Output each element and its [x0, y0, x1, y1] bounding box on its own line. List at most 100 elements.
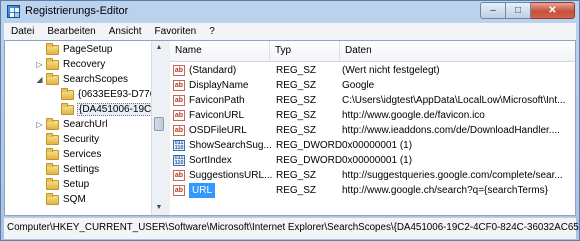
- value-data: (Wert nicht festgelegt): [342, 65, 440, 76]
- tree-item-settings[interactable]: Settings: [35, 162, 100, 177]
- close-button[interactable]: ✕: [531, 2, 575, 19]
- value-type: REG_DWORD: [276, 155, 343, 166]
- tree-item-security[interactable]: Security: [35, 132, 100, 147]
- value-name: ab SuggestionsURL...: [173, 168, 273, 183]
- client-area: PageSetup ▷ Recovery ◢ SearchScopes {063…: [4, 40, 576, 216]
- value-data: 0x00000001 (1): [342, 155, 413, 166]
- open-folder-icon: [61, 102, 74, 115]
- expand-arrow-icon[interactable]: ▷: [35, 60, 44, 69]
- tree-item-label: PageSetup: [63, 44, 113, 55]
- expand-arrow-icon[interactable]: ▷: [35, 120, 44, 129]
- value-name-label: SuggestionsURL...: [189, 170, 273, 181]
- tree-vertical-scrollbar[interactable]: ▲ ▼: [151, 41, 166, 215]
- title-bar[interactable]: Registrierungs-Editor – □ ✕: [1, 1, 579, 23]
- tree-item-pagesetup[interactable]: PageSetup: [35, 42, 114, 57]
- binary-value-icon: 011 110: [173, 155, 185, 166]
- string-value-icon: ab: [173, 65, 185, 76]
- folder-icon: [46, 132, 59, 145]
- value-name: ab FaviconPath: [173, 93, 273, 108]
- value-name-label: FaviconPath: [189, 95, 245, 106]
- minimize-button[interactable]: –: [480, 2, 506, 19]
- value-name: 011 110 SortIndex: [173, 153, 273, 168]
- tree-item-setup[interactable]: Setup: [35, 177, 90, 192]
- window-title: Registrierungs-Editor: [25, 5, 129, 17]
- value-type: REG_SZ: [276, 65, 317, 76]
- status-bar: Computer\HKEY_CURRENT_USER\Software\Micr…: [4, 217, 580, 239]
- tree-item-label: SQM: [63, 194, 86, 205]
- tree-item-label: SearchScopes: [63, 74, 129, 85]
- tree-item-label: Setup: [63, 179, 90, 190]
- list-header: Name Typ Daten: [170, 41, 575, 62]
- column-header-data[interactable]: Daten: [340, 41, 575, 61]
- folder-icon: [46, 117, 59, 130]
- tree-item-recovery[interactable]: ▷ Recovery: [35, 57, 106, 72]
- tree-item-label: SearchUrl: [63, 119, 108, 130]
- menu-help[interactable]: ?: [202, 26, 221, 37]
- tree-item-label: Settings: [63, 164, 100, 175]
- value-name-label: (Standard): [189, 65, 237, 76]
- folder-icon: [46, 162, 59, 175]
- value-data: 0x00000001 (1): [342, 140, 413, 151]
- list-row[interactable]: ab SuggestionsURL... REG_SZ http://sugges…: [170, 168, 575, 183]
- list-row[interactable]: ab (Standard) REG_SZ (Wert nicht festgele…: [170, 63, 575, 78]
- menu-favoriten[interactable]: Favoriten: [148, 26, 203, 37]
- folder-icon: [46, 192, 59, 205]
- string-value-icon: ab: [173, 170, 185, 181]
- string-value-icon: ab: [173, 80, 185, 91]
- list-row-selected[interactable]: ab URL REG_SZ http://www.google.ch/search…: [170, 183, 575, 198]
- list-row[interactable]: 011 110 SortIndex REG_DWORD 0x00000001 (1…: [170, 153, 575, 168]
- binary-value-icon: 011 110: [173, 140, 185, 151]
- value-name-label: URL: [189, 183, 216, 198]
- string-value-icon: ab: [173, 95, 185, 106]
- value-name: ab FaviconURL: [173, 108, 273, 123]
- value-name-label: SortIndex: [189, 155, 232, 166]
- list-row[interactable]: 011 110 ShowSearchSug... REG_DWORD 0x0000…: [170, 138, 575, 153]
- list-row[interactable]: ab FaviconPath REG_SZ C:\Users\idgtest\Ap…: [170, 93, 575, 108]
- maximize-button[interactable]: □: [506, 2, 531, 19]
- registry-editor-icon: [7, 5, 20, 18]
- column-header-name[interactable]: Name: [170, 41, 270, 61]
- value-data: Google: [342, 80, 375, 91]
- value-type: REG_SZ: [276, 170, 317, 181]
- list-row[interactable]: ab DisplayName REG_SZ Google: [170, 78, 575, 93]
- value-type: REG_SZ: [276, 95, 317, 106]
- menu-datei[interactable]: Datei: [4, 26, 40, 37]
- value-type: REG_SZ: [276, 125, 317, 136]
- string-value-icon: ab: [173, 125, 185, 136]
- tree-item-label: Recovery: [63, 59, 106, 70]
- values-list: Name Typ Daten ab (Standard) REG_SZ (Wert…: [170, 41, 575, 215]
- folder-icon: [46, 57, 59, 70]
- folder-icon: [46, 177, 59, 190]
- value-name: 011 110 ShowSearchSug...: [173, 138, 273, 153]
- value-data: C:\Users\idgtest\AppData\LocalLow\Micros…: [342, 95, 566, 106]
- list-row[interactable]: ab FaviconURL REG_SZ http://www.google.de…: [170, 108, 575, 123]
- tree-item-scope-1[interactable]: {0633EE93-D776-47: [50, 87, 166, 102]
- menu-bearbeiten[interactable]: Bearbeiten: [40, 26, 101, 37]
- string-value-icon: ab: [173, 110, 185, 121]
- column-header-type[interactable]: Typ: [270, 41, 340, 61]
- tree-item-scope-2[interactable]: {DA451006-19C2-4: [50, 102, 166, 117]
- value-data: http://www.google.de/favicon.ico: [342, 110, 485, 121]
- tree-item-searchurl[interactable]: ▷ SearchUrl: [35, 117, 108, 132]
- tree-item-searchscopes[interactable]: ◢ SearchScopes: [35, 72, 129, 87]
- menu-ansicht[interactable]: Ansicht: [102, 26, 148, 37]
- value-name: ab OSDFileURL: [173, 123, 273, 138]
- tree-item-sqm[interactable]: SQM: [35, 192, 87, 207]
- tree-item-services[interactable]: Services: [35, 147, 102, 162]
- scroll-down-arrow-icon[interactable]: ▼: [152, 201, 166, 215]
- string-value-icon: ab: [173, 185, 185, 196]
- value-data: http://suggestqueries.google.com/complet…: [342, 170, 563, 181]
- collapse-arrow-icon[interactable]: ◢: [35, 75, 44, 84]
- scrollbar-thumb[interactable]: [154, 117, 164, 131]
- value-name-label: ShowSearchSug...: [189, 140, 272, 151]
- value-type: REG_DWORD: [276, 140, 343, 151]
- window-controls: – □ ✕: [480, 2, 575, 19]
- scroll-up-arrow-icon[interactable]: ▲: [152, 41, 166, 55]
- key-tree: PageSetup ▷ Recovery ◢ SearchScopes {063…: [5, 41, 166, 215]
- folder-icon: [46, 42, 59, 55]
- list-row[interactable]: ab OSDFileURL REG_SZ http://www.ieaddons.…: [170, 123, 575, 138]
- menu-bar: Datei Bearbeiten Ansicht Favoriten ?: [4, 23, 576, 41]
- registry-editor-window: Registrierungs-Editor – □ ✕ Datei Bearbe…: [0, 0, 580, 241]
- tree-item-label: Services: [63, 149, 102, 160]
- open-folder-icon: [46, 72, 59, 85]
